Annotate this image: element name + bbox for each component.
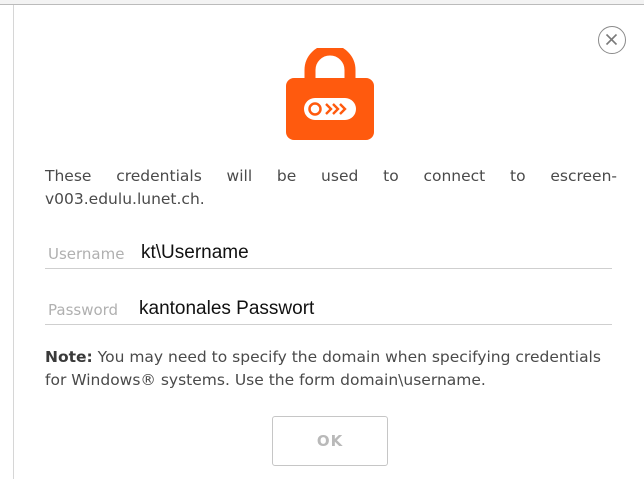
window-left-edge (0, 5, 14, 479)
window-top-edge (0, 0, 644, 5)
password-label: Password (48, 301, 119, 319)
username-label: Username (48, 245, 125, 263)
note-text: You may need to specify the domain when … (45, 348, 601, 389)
connection-description: These credentials will be used to connec… (45, 167, 617, 208)
close-icon (605, 33, 618, 46)
domain-note: Note: You may need to specify the domain… (45, 346, 625, 392)
username-field[interactable]: Username kt\Username (45, 238, 612, 269)
password-input[interactable]: kantonales Passwort (139, 298, 314, 320)
note-prefix: Note: (45, 348, 93, 366)
lock-icon (286, 48, 374, 140)
username-input[interactable]: kt\Username (141, 242, 249, 264)
credentials-dialog: These credentials will be used to connec… (14, 6, 644, 479)
close-button[interactable] (598, 26, 626, 54)
ok-button[interactable]: OK (272, 416, 388, 466)
password-field[interactable]: Password kantonales Passwort (45, 294, 612, 325)
